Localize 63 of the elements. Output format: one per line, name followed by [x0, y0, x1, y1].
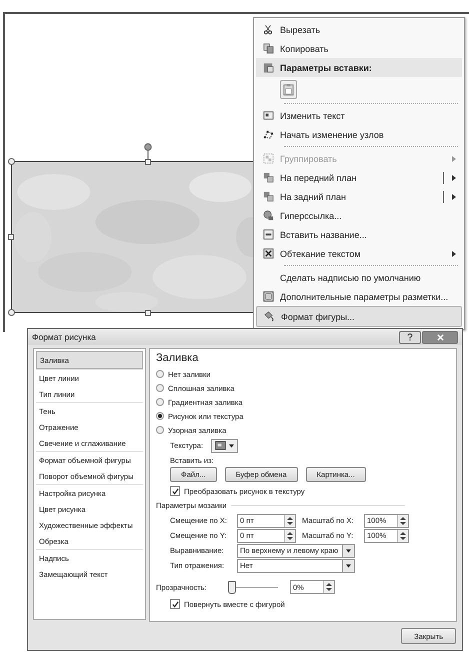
menu-item[interactable]: Копировать: [256, 39, 462, 58]
caret-icon: [229, 444, 234, 448]
menu-item[interactable]: Изменить текст: [256, 106, 462, 125]
spinner-arrows-icon[interactable]: [286, 530, 294, 542]
menu-item[interactable]: На задний план: [256, 187, 462, 206]
spinner-arrows-icon[interactable]: [399, 530, 407, 542]
paint-icon: [264, 311, 274, 322]
menu-item[interactable]: На передний план: [256, 168, 462, 187]
scissors-icon: [263, 24, 273, 35]
menu-item[interactable]: Гиперссылка...: [256, 206, 462, 225]
menu-section-header: Параметры вставки:: [280, 62, 372, 72]
submenu-arrow-icon: [452, 156, 456, 162]
resize-handle[interactable]: [8, 309, 15, 316]
spinner-arrows-icon[interactable]: [399, 514, 407, 526]
submenu-arrow-icon: [452, 250, 456, 256]
edit-points-icon: [262, 129, 274, 140]
menu-item[interactable]: Формат фигуры...: [256, 306, 462, 327]
checkbox[interactable]: [170, 599, 180, 609]
spinner-arrows-icon[interactable]: [325, 581, 333, 593]
help-button[interactable]: [399, 330, 421, 344]
rotation-handle[interactable]: [144, 143, 152, 161]
paste-option-button[interactable]: [280, 80, 297, 98]
menu-item[interactable]: Вырезать: [256, 20, 462, 39]
submenu-arrow-icon: [452, 174, 456, 180]
slider-thumb[interactable]: [228, 581, 236, 594]
resize-handle[interactable]: [8, 158, 15, 165]
globe-icon: [262, 210, 274, 221]
menu-item[interactable]: Начать изменение узлов: [256, 125, 462, 144]
resize-handle[interactable]: [145, 159, 151, 165]
copy-icon: [262, 43, 274, 54]
clipboard-icon: [262, 62, 274, 73]
radio-button[interactable]: [156, 426, 164, 434]
close-button[interactable]: [422, 330, 458, 344]
caption-icon: [262, 229, 274, 240]
radio-button[interactable]: [156, 398, 164, 406]
menu-item[interactable]: Дополнительные параметры разметки...: [256, 287, 462, 306]
radio-button[interactable]: [156, 412, 164, 420]
menu-item[interactable]: Сделать надписью по умолчанию: [256, 268, 462, 287]
radio-button[interactable]: [156, 384, 164, 392]
transparency-slider[interactable]: [228, 581, 278, 593]
clipboard-icon: [283, 82, 294, 96]
texture-icon: [215, 441, 226, 450]
menu-item[interactable]: Обтекание текстом: [256, 244, 462, 263]
resize-handle[interactable]: [8, 234, 14, 240]
panel-heading: Заливка: [156, 352, 200, 364]
layers-icon: [262, 172, 274, 183]
layout-icon: [262, 291, 274, 302]
text-wrap-icon: [262, 248, 274, 259]
help-icon: [407, 333, 413, 341]
submenu-arrow-icon: [452, 194, 456, 200]
window-title: Формат рисунка: [32, 332, 96, 342]
caret-icon: [346, 548, 351, 552]
resize-handle[interactable]: [145, 310, 151, 316]
spinner-arrows-icon[interactable]: [286, 514, 294, 526]
texture-dropdown[interactable]: [211, 438, 238, 452]
radio-button[interactable]: [156, 370, 164, 378]
checkbox[interactable]: [170, 486, 180, 496]
text-box-icon: [262, 110, 274, 121]
caret-icon: [346, 564, 351, 568]
menu-item[interactable]: Вставить название...: [256, 225, 462, 244]
group-icon: [262, 153, 274, 164]
close-icon: [436, 334, 444, 340]
layers-icon: [262, 191, 274, 202]
